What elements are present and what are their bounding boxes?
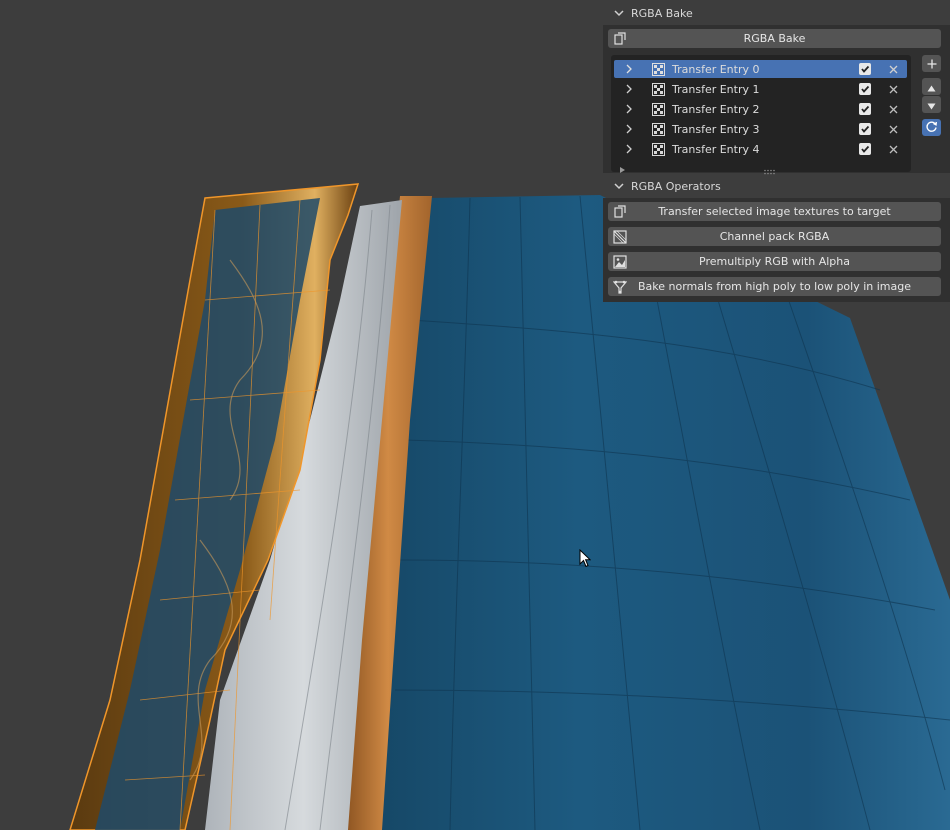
entry-label: Transfer Entry 3: [672, 122, 760, 136]
chevron-down-icon: [613, 180, 625, 192]
channel-pack-button[interactable]: Channel pack RGBA: [608, 227, 941, 246]
texture-icon: [651, 122, 665, 136]
triangle-up-icon: [927, 77, 936, 96]
plus-icon: [927, 54, 937, 73]
rgba-bake-panel-title: RGBA Bake: [631, 6, 693, 20]
enabled-checkbox[interactable]: [859, 143, 871, 155]
move-up-button[interactable]: [922, 78, 941, 95]
triangle-down-icon: [927, 95, 936, 114]
enabled-checkbox[interactable]: [859, 83, 871, 95]
chevron-right-icon[interactable]: [624, 83, 634, 95]
mouse-cursor-icon: [579, 548, 592, 572]
chevron-right-icon[interactable]: [624, 143, 634, 155]
close-icon[interactable]: [887, 83, 899, 95]
channel-pack-icon: [612, 229, 627, 244]
bake-normals-icon: [612, 279, 627, 294]
enabled-checkbox[interactable]: [859, 123, 871, 135]
list-item[interactable]: Transfer Entry 0: [614, 60, 907, 78]
premultiply-button[interactable]: Premultiply RGB with Alpha: [608, 252, 941, 271]
premultiply-icon: [612, 254, 627, 269]
list-item[interactable]: Transfer Entry 2: [614, 100, 907, 118]
texture-icon: [651, 82, 665, 96]
rgba-bake-panel-header[interactable]: RGBA Bake: [607, 1, 950, 25]
bake-normals-button[interactable]: Bake normals from high poly to low poly …: [608, 277, 941, 296]
resize-grip-icon[interactable]: [763, 160, 777, 175]
close-icon[interactable]: [887, 123, 899, 135]
refresh-icon: [925, 118, 938, 137]
entry-label: Transfer Entry 4: [672, 142, 760, 156]
close-icon[interactable]: [887, 63, 899, 75]
chevron-right-icon[interactable]: [624, 123, 634, 135]
entry-label: Transfer Entry 0: [672, 62, 760, 76]
rgba-operators-panel-header[interactable]: RGBA Operators: [607, 174, 950, 198]
list-item[interactable]: Transfer Entry 1: [614, 80, 907, 98]
filter-toggle-icon[interactable]: [619, 159, 627, 173]
texture-icon: [651, 142, 665, 156]
refresh-button[interactable]: [922, 119, 941, 136]
transfer-icon: [612, 31, 627, 46]
list-item[interactable]: Transfer Entry 3: [614, 120, 907, 138]
chevron-down-icon: [613, 7, 625, 19]
texture-icon: [651, 102, 665, 116]
enabled-checkbox[interactable]: [859, 103, 871, 115]
chevron-right-icon[interactable]: [624, 63, 634, 75]
close-icon[interactable]: [887, 143, 899, 155]
entry-label: Transfer Entry 1: [672, 82, 760, 96]
texture-icon: [651, 62, 665, 76]
chevron-right-icon[interactable]: [624, 103, 634, 115]
move-down-button[interactable]: [922, 96, 941, 113]
list-item[interactable]: Transfer Entry 4: [614, 140, 907, 158]
enabled-checkbox[interactable]: [859, 63, 871, 75]
entry-label: Transfer Entry 2: [672, 102, 760, 116]
rgba-bake-button[interactable]: RGBA Bake: [608, 29, 941, 48]
add-entry-button[interactable]: [922, 55, 941, 72]
rgba-operators-panel-title: RGBA Operators: [631, 179, 721, 193]
transfer-icon: [612, 204, 627, 219]
transfer-textures-button[interactable]: Transfer selected image textures to targ…: [608, 202, 941, 221]
close-icon[interactable]: [887, 103, 899, 115]
